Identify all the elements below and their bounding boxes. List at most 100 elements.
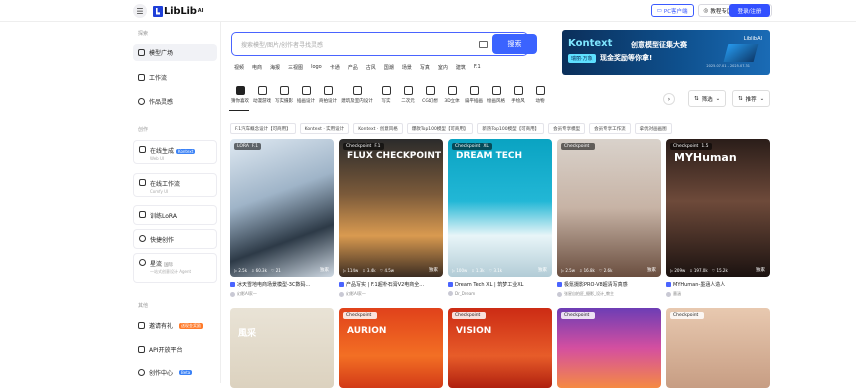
filter-dropdown[interactable]: ⇅ 筛选 ⌄ — [688, 90, 727, 107]
hot-tag[interactable]: 国潮 — [384, 64, 394, 71]
hot-tag[interactable]: 电商 — [252, 64, 262, 71]
camera-icon[interactable] — [479, 41, 488, 48]
workflow-icon — [138, 74, 145, 81]
hot-tag[interactable]: 场景 — [402, 64, 412, 71]
sidebar-item-label: 星流 — [150, 261, 163, 268]
model-author[interactable]: 墨涵 — [666, 291, 681, 297]
model-thumbnail[interactable]: LORA F.1 ▷ 2.5k ⇩ 60.3k ♡ 21 独家 — [230, 139, 334, 277]
category-tab[interactable]: 3D立体 — [441, 86, 463, 104]
category-tab[interactable]: 二次元 — [397, 86, 419, 104]
sidebar-item-xingliu[interactable]: 星流 国际 一站式创意设计 Agent — [133, 253, 217, 283]
model-title[interactable]: 极氪摄影PRO-V8超清写真感 — [557, 281, 661, 288]
model-thumbnail[interactable]: MYHuman Checkpoint 1.5 ▷ 209w ⇩ 197.0k ♡ 15.2… — [666, 139, 770, 277]
category-tab[interactable]: 商拍设计 — [317, 86, 339, 104]
category-tab[interactable]: 绘画风格 — [485, 86, 507, 104]
filter-chip[interactable]: Kontext · 创意风格 — [353, 123, 403, 134]
top-bar: ☰ LibLib AI ▭PC客户端 ◎教程专区 ⊕发布 登录/注册 — [0, 0, 856, 22]
sparkle-icon — [139, 146, 146, 153]
hot-tag[interactable]: 室内 — [438, 64, 448, 71]
pin-icon — [138, 98, 145, 105]
sidebar-item-label: API开放平台 — [149, 347, 183, 354]
login-button[interactable]: 登录/注册 — [729, 4, 770, 17]
filter-chip[interactable]: 拿优对画画图 — [634, 123, 672, 134]
model-thumbnail[interactable]: AURION Checkpoint — [339, 308, 443, 388]
model-thumbnail[interactable]: Checkpoint ▷ 2.5w ⇩ 16.8k ♡ 2.6k 独家 — [557, 139, 661, 277]
model-thumbnail[interactable]: Checkpoint — [666, 308, 770, 388]
sidebar-item-train-lora[interactable]: 训练LoRA — [133, 205, 217, 225]
logo[interactable]: LibLib AI — [153, 5, 203, 17]
filter-chip[interactable]: 爆款Top100模型【可商用】 — [406, 123, 474, 134]
model-thumbnail[interactable]: DREAM TECH Checkpoint XL ▷ 100w ⇩ 1.3k ♡ 3.1k… — [448, 139, 552, 277]
category-tab[interactable]: 建筑及室内设计 — [339, 86, 375, 104]
model-title[interactable]: 冰天雪地电商场景模型-3C数码... — [230, 281, 334, 288]
filter-chip[interactable]: 新热Top100模型【可商用】 — [477, 123, 545, 134]
category-tab[interactable]: 写实摄影 — [273, 86, 295, 104]
hot-tag[interactable]: 卡通 — [330, 64, 340, 71]
hot-tag[interactable]: logo — [311, 64, 322, 71]
category-tab[interactable]: 写实 — [375, 86, 397, 104]
model-author[interactable]: 幻影AI家一 — [339, 291, 366, 297]
hot-tag[interactable]: F.1 — [474, 64, 481, 71]
sidebar-item-online-generate[interactable]: 在线生成 Kontext Web UI — [133, 140, 217, 164]
sidebar-item-inspiration[interactable]: 作品灵感 — [133, 93, 217, 110]
banner-logo: LiblibAI — [743, 36, 762, 42]
filter-chip[interactable]: 会员专享模型 — [548, 123, 586, 134]
category-tab[interactable]: 插画设计 — [295, 86, 317, 104]
search-button[interactable]: 搜索 — [492, 34, 537, 54]
model-title[interactable]: 产品写实 | F.1超朴石膏V2电商全... — [339, 281, 443, 288]
model-title-text: 冰天雪地电商场景模型-3C数码... — [237, 282, 311, 288]
sidebar-item-api[interactable]: API开放平台 — [133, 341, 217, 358]
chevron-right-icon[interactable]: › — [663, 93, 675, 105]
category-icon — [535, 86, 545, 95]
filter-chip[interactable]: 会员专享工作流 — [589, 123, 631, 134]
star-icon — [139, 259, 146, 266]
hot-tag[interactable]: 三视图 — [288, 64, 303, 71]
kontext-badge: Kontext — [176, 149, 196, 154]
sidebar-item-label: 快捷创作 — [150, 237, 175, 244]
thumbnail-overlay-text: FLUX CHECKPOINT — [347, 151, 442, 161]
model-author[interactable]: 张星自拍匠_摄影_设计_教主 — [557, 291, 614, 297]
model-thumbnail[interactable]: VISION Checkpoint — [448, 308, 552, 388]
sidebar-item-online-workflow[interactable]: 在线工作流 Comfy UI — [133, 173, 217, 197]
category-tab[interactable]: 扁平插画 — [463, 86, 485, 104]
model-title[interactable]: Dream Tech XL | 筑梦工业XL — [448, 281, 552, 288]
logo-text: LibLib — [164, 5, 197, 17]
model-thumbnail[interactable]: Checkpoint — [557, 308, 661, 388]
sidebar-item-creator-center[interactable]: 创作中心 Beta — [133, 364, 217, 381]
author-name: 墨涵 — [673, 291, 681, 296]
hot-tag[interactable]: 产品 — [348, 64, 358, 71]
model-author[interactable]: Dr_Dream — [448, 291, 475, 296]
filter-chips: F.1汽车概念设计【可商用】 Kontext · 实用设计 Kontext · 创意… — [230, 123, 672, 134]
filter-chip[interactable]: Kontext · 实用设计 — [299, 123, 350, 134]
category-tab[interactable]: 手绘风 — [507, 86, 529, 104]
promo-banner[interactable]: Kontext 创意模型征集大赛 瑞丽·万象 现金奖励等你拿! LiblibAI… — [562, 30, 770, 75]
sidebar-item-workflow[interactable]: 工作流 — [133, 69, 217, 86]
hot-tag[interactable]: 海报 — [270, 64, 280, 71]
category-icon — [381, 86, 391, 95]
hot-tag[interactable]: 建筑 — [456, 64, 466, 71]
category-tab[interactable]: 动物 — [529, 86, 551, 104]
filter-chip[interactable]: F.1汽车概念设计【可商用】 — [230, 123, 296, 134]
like-count: ♡ 15.2k — [711, 268, 728, 273]
sidebar-item-invite[interactable]: 邀请有礼 送现金奖励 — [133, 317, 217, 334]
hot-tag[interactable]: 写真 — [420, 64, 430, 71]
model-title-text: 极氪摄影PRO-V8超清写真感 — [564, 282, 628, 288]
sidebar-item-label: 邀请有礼 — [149, 323, 174, 330]
hot-tag[interactable]: 视频 — [234, 64, 244, 71]
menu-icon[interactable]: ☰ — [133, 4, 147, 18]
model-thumbnail[interactable]: 風采 — [230, 308, 334, 388]
model-thumbnail[interactable]: FLUX CHECKPOINT Checkpoint F.1 ▷ 114w ⇩ 3.4k… — [339, 139, 443, 277]
pc-client-button[interactable]: ▭ PC客户端 — [650, 4, 694, 17]
search-input[interactable]: 搜索模型/图片/创作者寻找灵感 — [241, 40, 323, 49]
model-title[interactable]: MYHuman-墨涵人造人 — [666, 281, 770, 288]
category-tab[interactable]: 猜你喜欢 — [229, 86, 251, 104]
model-author[interactable]: 幻影AI家一 — [230, 291, 257, 297]
sidebar-item-models[interactable]: 模型广场 — [133, 44, 217, 61]
sidebar-item-label: 训练LoRA — [150, 213, 177, 220]
sort-dropdown[interactable]: ⇅ 推荐 ⌄ — [732, 90, 771, 107]
category-tab[interactable]: CG幻想 — [419, 86, 441, 104]
category-tab[interactable]: 动漫游戏 — [251, 86, 273, 104]
logo-ai: AI — [197, 8, 204, 14]
hot-tag[interactable]: 古风 — [366, 64, 376, 71]
sidebar-item-quick-create[interactable]: 快捷创作 — [133, 229, 217, 249]
